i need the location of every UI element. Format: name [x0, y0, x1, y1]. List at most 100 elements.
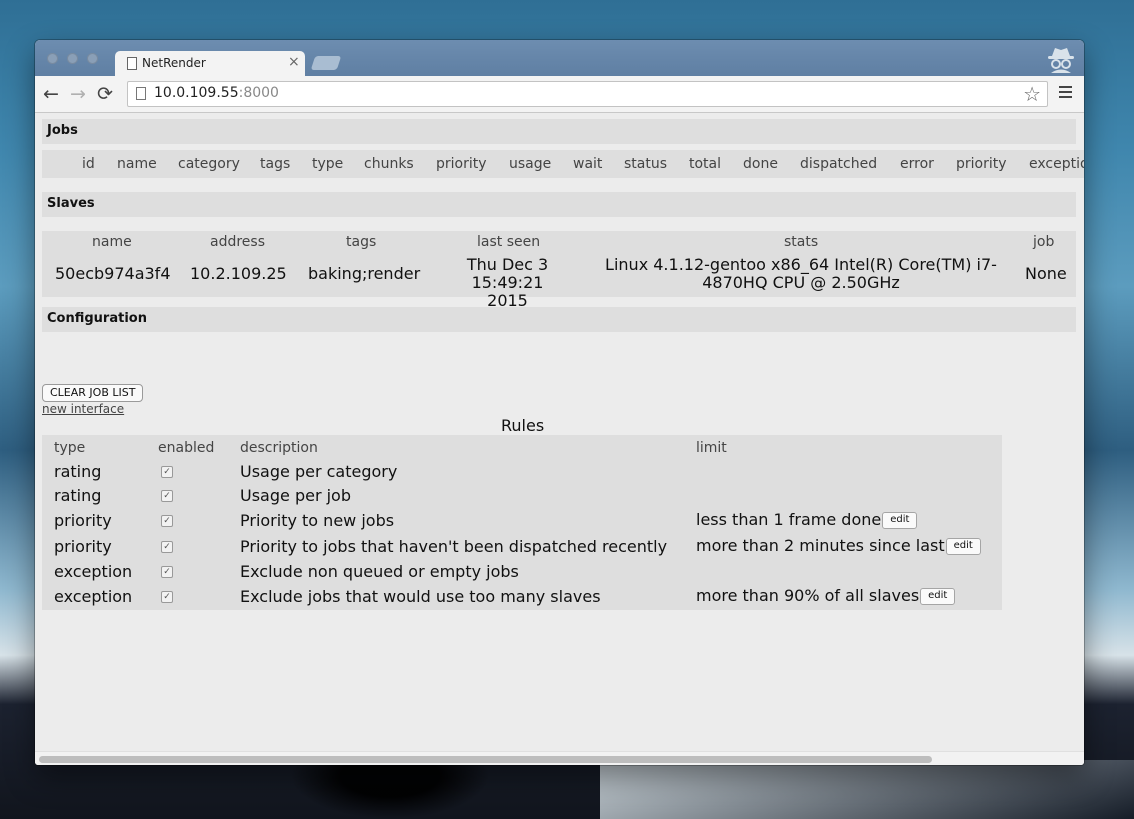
- incognito-icon: [1048, 48, 1074, 73]
- new-tab-button[interactable]: [310, 56, 342, 70]
- browser-tab[interactable]: NetRender ×: [115, 51, 305, 76]
- rule-limit-text: more than 2 minutes since last: [696, 536, 945, 555]
- rule-enabled-checkbox[interactable]: ✓: [161, 541, 173, 553]
- rule-enabled-checkbox[interactable]: ✓: [161, 591, 173, 603]
- slaves-section-header: Slaves: [42, 192, 1076, 217]
- rule-enabled-checkbox[interactable]: ✓: [161, 515, 173, 527]
- jobs-col-error: error: [900, 156, 934, 172]
- title-bar: NetRender ×: [35, 40, 1084, 76]
- slave-last-seen: Thu Dec 3 15:49:21 2015: [450, 256, 565, 310]
- rule-limit: more than 90% of all slaves edit: [696, 586, 956, 605]
- jobs-section-header: Jobs: [42, 119, 1076, 144]
- browser-window: NetRender × ← → ⟳ 10.0.109.55:8000 ☆ Job…: [35, 40, 1084, 765]
- slave-last-seen-time: 15:49:21 2015: [471, 273, 544, 310]
- jobs-col-chunks: chunks: [364, 156, 414, 172]
- jobs-col-type: type: [312, 156, 344, 172]
- rule-type: priority: [54, 537, 112, 556]
- rule-enabled-checkbox[interactable]: ✓: [161, 566, 173, 578]
- jobs-col-name: name: [117, 156, 157, 172]
- address-bar[interactable]: 10.0.109.55:8000 ☆: [127, 81, 1048, 107]
- slave-last-seen-date: Thu Dec 3: [466, 255, 549, 274]
- slaves-col-name: name: [92, 234, 132, 250]
- configuration-title: Configuration: [47, 311, 147, 326]
- back-button[interactable]: ←: [43, 82, 59, 106]
- edit-button[interactable]: edit: [945, 538, 981, 555]
- rules-col-enabled: enabled: [158, 440, 215, 456]
- jobs-col-category: category: [178, 156, 240, 172]
- rule-description: Priority to jobs that haven't been dispa…: [240, 537, 668, 556]
- close-window-button[interactable]: [47, 53, 58, 64]
- slave-name: 50ecb974a3f4: [55, 264, 171, 283]
- slaves-col-address: address: [210, 234, 266, 250]
- jobs-col-priority-2: priority: [956, 156, 1007, 172]
- edit-button[interactable]: edit: [882, 512, 918, 529]
- tab-title: NetRender: [142, 56, 206, 70]
- slaves-col-stats: stats: [784, 234, 819, 250]
- page-icon: [127, 57, 137, 70]
- slave-stats-line-2: 4870HQ CPU @ 2.50GHz: [702, 273, 900, 292]
- tab-close-icon[interactable]: ×: [288, 54, 300, 70]
- rule-limit-text: more than 90% of all slaves: [696, 586, 920, 605]
- rule-description: Usage per category: [240, 462, 398, 481]
- jobs-col-exception: exception: [1029, 156, 1084, 172]
- bookmark-star-icon[interactable]: ☆: [1023, 82, 1041, 106]
- slaves-table: name address tags last seen stats job 50…: [42, 231, 1076, 310]
- forward-button[interactable]: →: [70, 82, 86, 106]
- rules-title: Rules: [501, 416, 545, 435]
- scrollbar-thumb[interactable]: [39, 756, 932, 763]
- jobs-col-wait: wait: [573, 156, 603, 172]
- rule-limit: less than 1 frame done edit: [696, 510, 918, 529]
- url-host: 10.0.109.55: [154, 85, 239, 101]
- jobs-col-total: total: [689, 156, 722, 172]
- jobs-table-header: id name category tags type chunks priori…: [42, 150, 1084, 178]
- jobs-title: Jobs: [47, 123, 78, 138]
- slaves-col-job: job: [1033, 234, 1055, 250]
- rules-col-description: description: [240, 440, 318, 456]
- rules-col-type: type: [54, 440, 86, 456]
- rule-limit-text: less than 1 frame done: [696, 510, 882, 529]
- minimize-window-button[interactable]: [67, 53, 78, 64]
- page-content: Jobs id name category tags type chunks p…: [35, 113, 1084, 753]
- page-icon: [136, 87, 146, 100]
- clear-job-list-button[interactable]: CLEAR JOB LIST: [42, 384, 144, 402]
- reload-button[interactable]: ⟳: [97, 82, 113, 106]
- rule-type: rating: [54, 462, 102, 481]
- jobs-col-id: id: [82, 156, 95, 172]
- rule-enabled-checkbox[interactable]: ✓: [161, 466, 173, 478]
- slaves-col-tags: tags: [346, 234, 377, 250]
- jobs-col-tags: tags: [260, 156, 291, 172]
- url-text: 10.0.109.55:8000: [154, 85, 279, 101]
- slave-stats-line-1: Linux 4.1.12-gentoo x86_64 Intel(R) Core…: [605, 255, 997, 274]
- url-port: :8000: [238, 85, 279, 101]
- slaves-col-last-seen: last seen: [477, 234, 541, 250]
- edit-button[interactable]: edit: [920, 588, 956, 605]
- rule-type: priority: [54, 511, 112, 530]
- jobs-col-usage: usage: [509, 156, 552, 172]
- rule-description: Exclude jobs that would use too many sla…: [240, 587, 601, 606]
- wallpaper-tree-silhouette: [290, 765, 490, 819]
- configuration-section-header: Configuration: [42, 307, 1076, 332]
- browser-toolbar: ← → ⟳ 10.0.109.55:8000 ☆: [35, 76, 1084, 113]
- browser-menu-icon[interactable]: [1059, 86, 1072, 100]
- jobs-col-status: status: [624, 156, 668, 172]
- rule-description: Exclude non queued or empty jobs: [240, 562, 519, 581]
- rule-description: Priority to new jobs: [240, 511, 395, 530]
- rules-col-limit: limit: [696, 440, 727, 456]
- desktop-wallpaper: [600, 760, 1134, 819]
- rule-limit: more than 2 minutes since last edit: [696, 536, 981, 555]
- rule-enabled-checkbox[interactable]: ✓: [161, 490, 173, 502]
- jobs-col-priority: priority: [436, 156, 487, 172]
- new-interface-link[interactable]: new interface: [42, 402, 124, 416]
- slave-address: 10.2.109.25: [190, 264, 287, 283]
- rule-type: rating: [54, 486, 102, 505]
- rule-type: exception: [54, 562, 133, 581]
- jobs-col-done: done: [743, 156, 778, 172]
- rules-table: type enabled description limit rating ✓ …: [42, 435, 1002, 610]
- slave-job: None: [1025, 264, 1067, 283]
- slaves-title: Slaves: [47, 196, 95, 211]
- slave-tags: baking;render: [308, 264, 421, 283]
- zoom-window-button[interactable]: [87, 53, 98, 64]
- slave-stats: Linux 4.1.12-gentoo x86_64 Intel(R) Core…: [597, 256, 1005, 292]
- horizontal-scrollbar[interactable]: [35, 751, 1084, 765]
- rule-type: exception: [54, 587, 133, 606]
